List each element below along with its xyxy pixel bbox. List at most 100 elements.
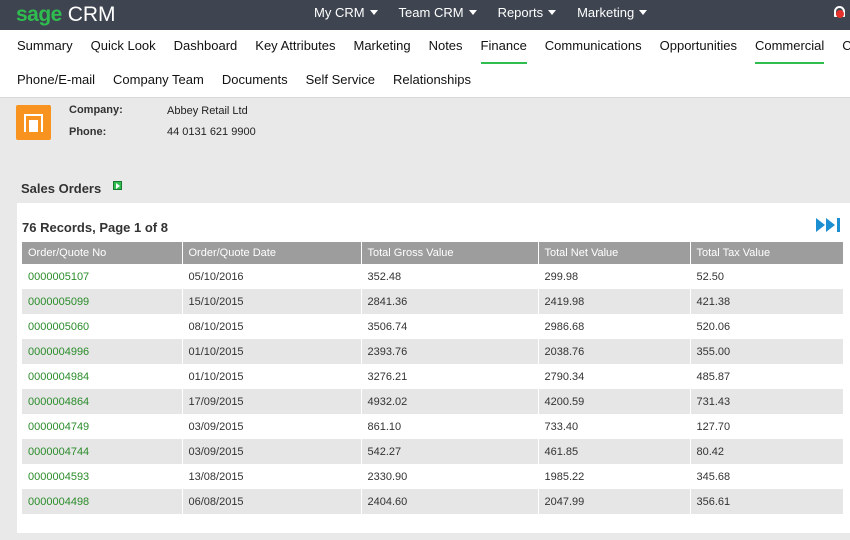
table-cell: 345.68 xyxy=(690,464,843,489)
order-link[interactable]: 0000005099 xyxy=(28,296,89,308)
tab-communications[interactable]: Communications xyxy=(545,30,642,64)
table-cell: 127.70 xyxy=(690,414,843,439)
table-row: 0000004498 06/08/2015 2404.60 2047.99 356.61 xyxy=(22,489,843,514)
order-link[interactable]: 0000004864 xyxy=(28,396,89,408)
order-link[interactable]: 0000005060 xyxy=(28,321,89,333)
tab-summary[interactable]: Summary xyxy=(17,30,73,64)
sage-crm-logo[interactable]: sage CRM xyxy=(16,3,116,27)
table-row: 0000004744 03/09/2015 542.27 461.85 80.42 xyxy=(22,439,843,464)
top-menu-item[interactable]: Marketing xyxy=(577,0,648,30)
order-link[interactable]: 0000005107 xyxy=(28,271,89,283)
table-cell: 861.10 xyxy=(361,414,539,439)
tab-row-2: Phone/E-mail Company Team Documents Self Se… xyxy=(0,64,471,98)
tab-key-attributes[interactable]: Key Attributes xyxy=(255,30,335,64)
table-cell: 4200.59 xyxy=(538,389,691,414)
table-cell: 731.43 xyxy=(690,389,843,414)
table-cell: 2986.68 xyxy=(538,314,691,339)
table-cell: 4932.02 xyxy=(361,389,539,414)
records-count: 76 Records, Page 1 of 8 xyxy=(22,220,168,235)
table-cell: 80.42 xyxy=(690,439,843,464)
table-cell: 2841.36 xyxy=(361,289,539,314)
column-header-net[interactable]: Total Net Value xyxy=(538,242,691,264)
order-link[interactable]: 0000004593 xyxy=(28,471,89,483)
tab-marketing[interactable]: Marketing xyxy=(354,30,411,64)
table-cell: 01/10/2015 xyxy=(182,339,362,364)
company-label: Company: xyxy=(69,104,123,116)
tab-relationships[interactable]: Relationships xyxy=(393,64,471,98)
table-cell: 3506.74 xyxy=(361,314,539,339)
table-row: 0000004984 01/10/2015 3276.21 2790.34 485.87 xyxy=(22,364,843,389)
table-cell: 355.00 xyxy=(690,339,843,364)
order-link[interactable]: 0000004984 xyxy=(28,371,89,383)
section-title: Sales Orders xyxy=(21,181,102,196)
tab-bar: Summary Quick Look Dashboard Key Attributes… xyxy=(0,30,850,98)
top-menu-item[interactable]: Reports xyxy=(498,0,557,30)
table-cell: 2038.76 xyxy=(538,339,691,364)
top-menu: My CRM Team CRM Reports Marketing xyxy=(314,0,668,30)
column-header-gross[interactable]: Total Gross Value xyxy=(361,242,539,264)
top-menu-label: Team CRM xyxy=(398,5,464,20)
order-link[interactable]: 0000004744 xyxy=(28,446,89,458)
order-link[interactable]: 0000004996 xyxy=(28,346,89,358)
top-menu-label: Marketing xyxy=(577,5,635,20)
table-cell: 520.06 xyxy=(690,314,843,339)
top-menu-item[interactable]: Team CRM xyxy=(399,0,477,30)
tab-documents[interactable]: Documents xyxy=(222,64,288,98)
table-cell: 01/10/2015 xyxy=(182,364,362,389)
table-cell: 0000004996 xyxy=(22,339,183,364)
table-cell: 03/09/2015 xyxy=(182,414,362,439)
tab-cases[interactable]: Cases xyxy=(842,30,850,64)
table-cell: 0000004593 xyxy=(22,464,183,489)
tab-dashboard[interactable]: Dashboard xyxy=(174,30,238,64)
column-header-date[interactable]: Order/Quote Date xyxy=(182,242,362,264)
company-value: Abbey Retail Ltd xyxy=(167,105,248,117)
table-cell: 0000004864 xyxy=(22,389,183,414)
table-cell: 0000004749 xyxy=(22,414,183,439)
column-header-order-no[interactable]: Order/Quote No xyxy=(22,242,183,264)
table-cell: 356.61 xyxy=(690,489,843,514)
column-header-tax[interactable]: Total Tax Value xyxy=(690,242,843,264)
table-header-row: Order/Quote No Order/Quote Date Total Gr… xyxy=(22,242,843,264)
order-link[interactable]: 0000004749 xyxy=(28,421,89,433)
phone-value: 44 0131 621 9900 xyxy=(167,126,256,138)
tab-company-team[interactable]: Company Team xyxy=(113,64,204,98)
table-cell: 733.40 xyxy=(538,414,691,439)
top-menu-item[interactable]: My CRM xyxy=(314,0,378,30)
bell-icon[interactable] xyxy=(832,4,846,22)
caret-down-icon xyxy=(548,10,557,15)
tab-row-1: Summary Quick Look Dashboard Key Attributes… xyxy=(0,30,850,64)
arrow-2 xyxy=(826,218,835,232)
table-cell: 2419.98 xyxy=(538,289,691,314)
table-cell: 2393.76 xyxy=(361,339,539,364)
table-cell: 05/10/2016 xyxy=(182,264,362,289)
table-cell: 17/09/2015 xyxy=(182,389,362,414)
order-link[interactable]: 0000004498 xyxy=(28,496,89,508)
tab-self-service[interactable]: Self Service xyxy=(306,64,375,98)
table-cell: 0000004744 xyxy=(22,439,183,464)
table-cell: 485.87 xyxy=(690,364,843,389)
caret-down-icon xyxy=(369,10,378,15)
table-cell: 0000005060 xyxy=(22,314,183,339)
top-menu-label: My CRM xyxy=(314,5,365,20)
last-page-icon[interactable] xyxy=(816,216,844,234)
tab-quick-look[interactable]: Quick Look xyxy=(91,30,156,64)
caret-down-icon xyxy=(468,10,477,15)
flag-icon[interactable] xyxy=(113,181,122,190)
tab-finance[interactable]: Finance xyxy=(480,30,528,64)
logo-sage-text: sage xyxy=(16,3,62,26)
tab-notes[interactable]: Notes xyxy=(429,30,463,64)
end-bar xyxy=(837,218,840,232)
table-cell: 421.38 xyxy=(690,289,843,314)
table-row: 0000004996 01/10/2015 2393.76 2038.76 355.00 xyxy=(22,339,843,364)
table-cell: 2047.99 xyxy=(538,489,691,514)
building-door xyxy=(29,120,38,132)
notification-badge xyxy=(836,10,844,18)
tab-phone-e-mail[interactable]: Phone/E-mail xyxy=(17,64,95,98)
tab-commercial[interactable]: Commercial xyxy=(754,30,825,64)
table-cell: 08/10/2015 xyxy=(182,314,362,339)
table-row: 0000005060 08/10/2015 3506.74 2986.68 520.06 xyxy=(22,314,843,339)
tab-opportunities[interactable]: Opportunities xyxy=(660,30,737,64)
logo-crm-text: CRM xyxy=(67,3,116,26)
table-cell: 1985.22 xyxy=(538,464,691,489)
top-bar: sage CRM My CRM Team CRM Reports Marketing xyxy=(0,0,850,30)
